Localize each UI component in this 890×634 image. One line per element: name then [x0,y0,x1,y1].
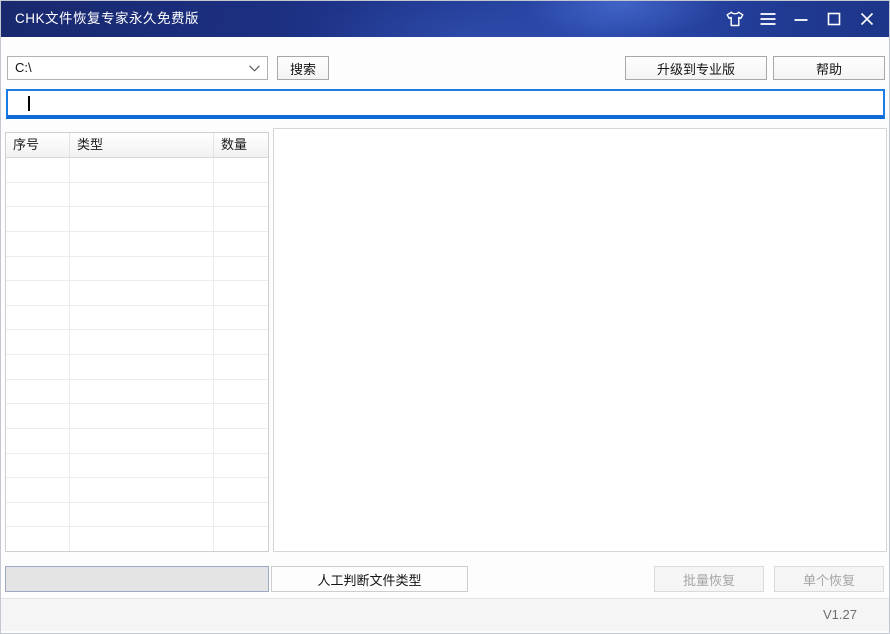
drive-selector-value: C:\ [15,60,32,75]
table-row [6,306,268,331]
table-row [6,330,268,355]
upgrade-pro-button[interactable]: 升级到专业版 [625,56,767,80]
column-header-index[interactable]: 序号 [6,133,70,157]
table-row [6,257,268,282]
single-recover-button[interactable]: 单个恢复 [774,566,884,592]
table-row [6,454,268,479]
table-row [6,232,268,257]
progress-bar [5,566,269,592]
minimize-icon[interactable] [789,7,813,31]
column-header-type[interactable]: 类型 [70,133,214,157]
table-body [6,158,268,552]
column-divider [69,158,70,552]
table-row [6,158,268,183]
window-title: CHK文件恢复专家永久免费版 [15,1,199,37]
menu-icon[interactable] [756,7,780,31]
skin-tshirt-icon[interactable] [723,7,747,31]
window-controls [723,1,879,37]
file-type-table: 序号 类型 数量 [5,132,269,552]
app-window: CHK文件恢复专家永久免费版 [0,0,890,634]
table-row [6,355,268,380]
table-row [6,527,268,552]
table-row [6,478,268,503]
path-input[interactable] [6,89,885,119]
text-caret [28,96,30,111]
column-header-count[interactable]: 数量 [214,133,268,157]
close-icon[interactable] [855,7,879,31]
column-divider [213,158,214,552]
manual-judge-button[interactable]: 人工判断文件类型 [271,566,468,592]
drive-selector[interactable]: C:\ [7,56,268,80]
statusbar: V1.27 [1,598,889,631]
maximize-icon[interactable] [822,7,846,31]
version-label: V1.27 [823,599,857,631]
result-panel [273,128,887,552]
help-button[interactable]: 帮助 [773,56,885,80]
table-row [6,207,268,232]
table-row [6,183,268,208]
titlebar: CHK文件恢复专家永久免费版 [1,1,889,37]
table-row [6,281,268,306]
table-row [6,429,268,454]
table-row [6,503,268,528]
chevron-down-icon [249,57,260,79]
table-row [6,380,268,405]
table-row [6,404,268,429]
search-button[interactable]: 搜索 [277,56,329,80]
batch-recover-button[interactable]: 批量恢复 [654,566,764,592]
table-header: 序号 类型 数量 [6,133,268,158]
